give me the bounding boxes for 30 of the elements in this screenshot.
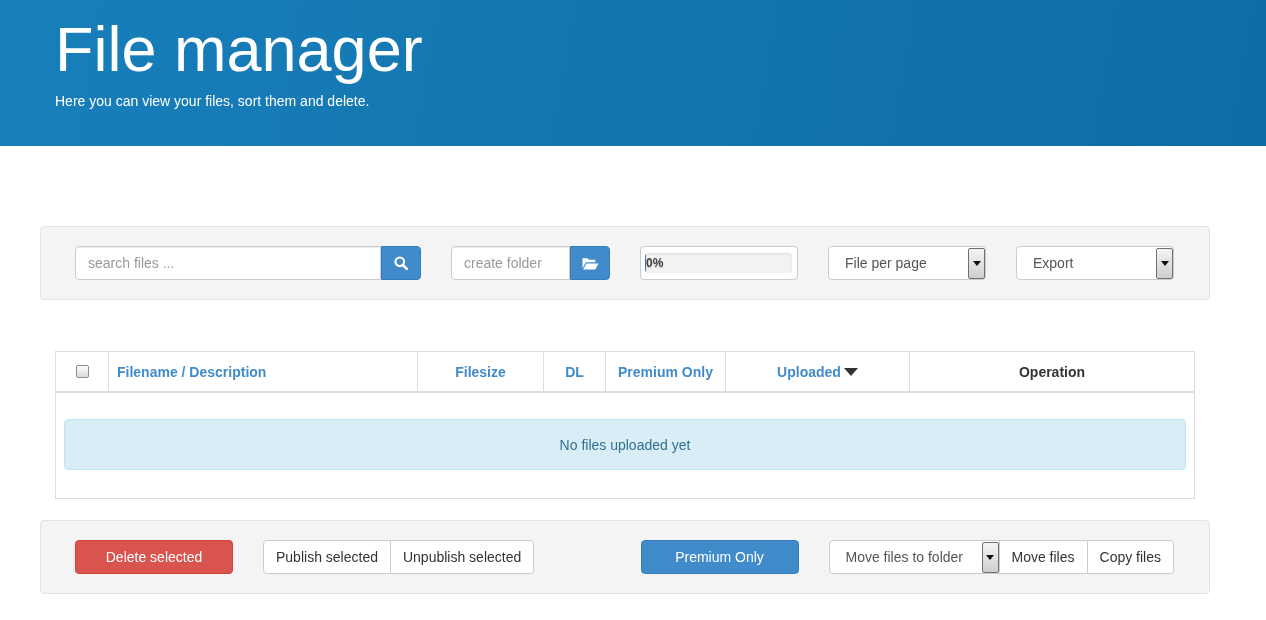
caret-icon: [981, 541, 999, 573]
page-subtitle: Here you can view your files, sort them and delete.: [55, 92, 370, 111]
column-header: Operation: [1018, 363, 1086, 380]
action-button[interactable]: Unpublish selected: [389, 540, 535, 574]
dropdown-select[interactable]: Export: [1016, 246, 1174, 280]
sort-column-link[interactable]: Premium Only: [618, 363, 713, 380]
page-title: File manager: [55, 13, 423, 86]
empty-files-message: No files uploaded yet: [64, 419, 1186, 470]
dropdown-select[interactable]: Move files to folder: [828, 540, 1000, 574]
search-button[interactable]: [381, 246, 421, 280]
sort-column-link[interactable]: Filesize: [455, 363, 506, 380]
action-button[interactable]: Move files: [998, 540, 1088, 574]
action-button[interactable]: Copy files: [1086, 540, 1174, 574]
caret-icon: [1156, 247, 1173, 279]
primary-button[interactable]: Premium Only: [640, 540, 799, 574]
search-icon: [394, 256, 408, 270]
caret-down-icon: [843, 367, 858, 376]
sort-column-link[interactable]: Uploaded: [777, 363, 858, 380]
dropdown-select[interactable]: File per page: [828, 246, 986, 280]
folder-icon: [581, 256, 599, 270]
caret-icon: [968, 247, 985, 279]
delete-button[interactable]: Delete selected: [75, 540, 233, 574]
select-all-checkbox[interactable]: [75, 365, 89, 378]
search-field[interactable]: search files ...: [75, 246, 381, 280]
sort-column-link[interactable]: Filename / Description: [117, 363, 267, 380]
create-folder-button[interactable]: [570, 246, 610, 280]
folder-name-field[interactable]: create folder: [451, 246, 570, 280]
action-button[interactable]: Publish selected: [263, 540, 391, 574]
sort-column-link[interactable]: DL: [565, 363, 584, 380]
progress-reading: 0%: [646, 255, 664, 272]
